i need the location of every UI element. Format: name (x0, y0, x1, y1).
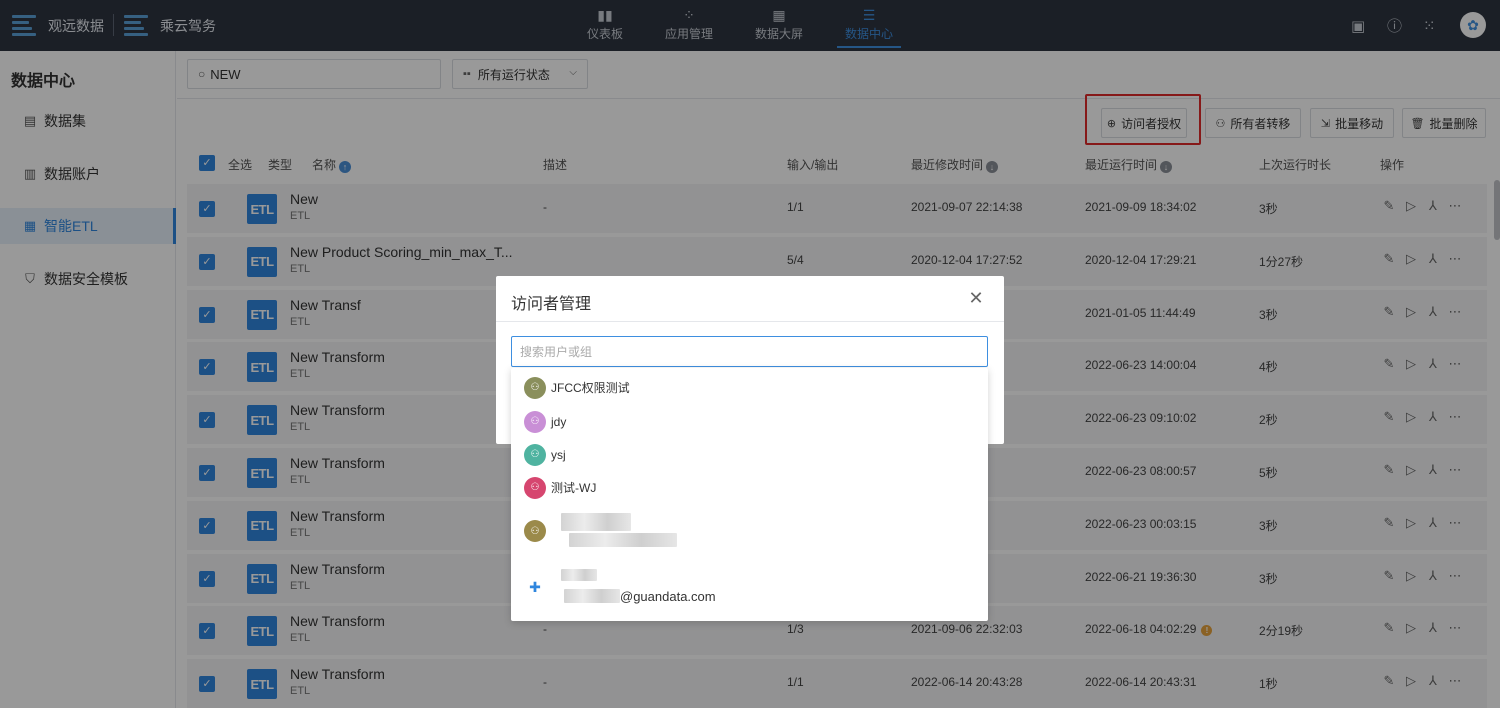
option-label: 测试-WJ (551, 481, 597, 495)
group-icon: ⚇ (524, 476, 546, 499)
group-icon: ⚇ (524, 410, 546, 433)
option-user-redacted[interactable]: ✚ @guandata.com (511, 564, 988, 610)
group-icon: ⚇ (524, 520, 546, 542)
redacted-text (551, 511, 681, 551)
user-group-dropdown: ⚇ JFCC权限测试 ⚇ jdy ⚇ ysj ⚇ 测试-WJ ⚇ ✚ @guan… (511, 368, 988, 621)
option-label: ysj (551, 447, 566, 462)
option-group-jfcc[interactable]: ⚇ JFCC权限测试 (511, 371, 988, 404)
redacted-user-text: @guandata.com (551, 567, 751, 607)
user-avatar-icon: ✚ (524, 576, 546, 598)
user-group-search-input[interactable] (511, 336, 988, 367)
dialog-divider (496, 321, 1004, 322)
group-icon: ⚇ (524, 376, 546, 399)
group-icon: ⚇ (524, 443, 546, 466)
option-label: JFCC权限测试 (551, 381, 630, 395)
user-email-suffix: @guandata.com (620, 589, 716, 604)
option-group-jdy[interactable]: ⚇ jdy (511, 405, 988, 438)
option-group-test-wj[interactable]: ⚇ 测试-WJ (511, 471, 988, 504)
option-label: jdy (551, 414, 567, 429)
option-group-redacted[interactable]: ⚇ (511, 508, 988, 554)
dialog-title: 访问者管理 (511, 296, 592, 313)
close-icon[interactable]: ✕ (966, 288, 986, 308)
option-group-ysj[interactable]: ⚇ ysj (511, 438, 988, 471)
